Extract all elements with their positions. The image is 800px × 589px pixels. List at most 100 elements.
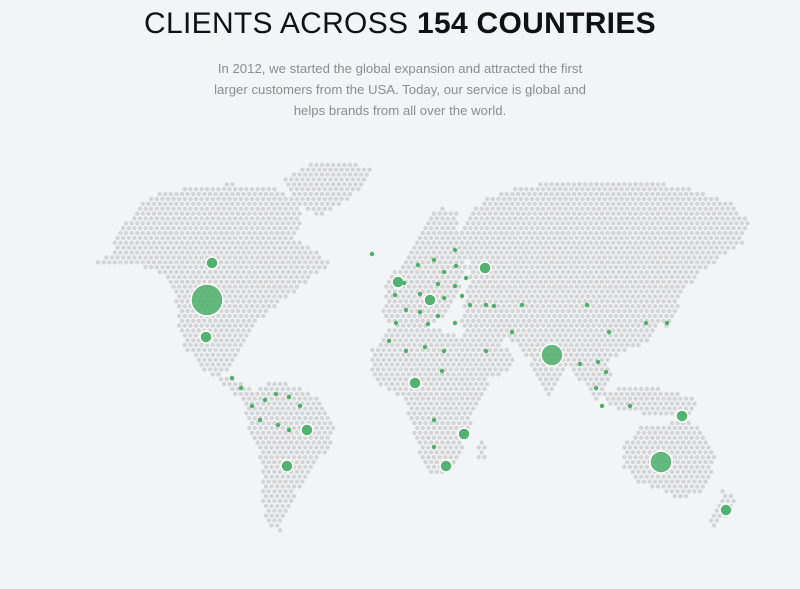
land-dot — [717, 250, 722, 255]
description-line-2: larger customers from the USA. Today, ou… — [214, 82, 586, 97]
land-dot — [434, 226, 439, 231]
land-dot — [689, 425, 694, 431]
land-dot — [538, 289, 543, 294]
land-dot — [577, 318, 582, 323]
land-dot — [448, 269, 453, 275]
land-dot — [454, 230, 459, 236]
land-dot — [622, 299, 627, 304]
land-dot — [426, 308, 431, 314]
land-dot — [591, 284, 596, 289]
land-dot — [711, 250, 717, 255]
land-dot — [381, 338, 386, 343]
land-dot — [160, 245, 165, 250]
land-dot — [118, 260, 123, 265]
land-dot — [146, 230, 151, 236]
land-dot — [448, 396, 453, 401]
land-dot — [507, 206, 512, 211]
land-dot — [574, 255, 579, 260]
land-dot — [437, 240, 442, 245]
land-dot — [697, 430, 703, 435]
land-dot — [471, 377, 476, 382]
land-dot — [409, 318, 414, 323]
land-dot — [697, 450, 703, 455]
land-dot — [233, 391, 238, 397]
land-dot — [524, 255, 529, 260]
land-dot — [437, 338, 442, 343]
land-dot — [521, 191, 526, 197]
land-dot — [179, 221, 185, 226]
land-dot — [678, 494, 683, 499]
land-dot — [241, 211, 246, 216]
land-dot — [636, 313, 641, 319]
land-dot — [403, 289, 409, 294]
land-dot — [168, 230, 173, 236]
land-dot — [513, 196, 518, 202]
land-dot — [605, 211, 610, 216]
land-dot — [566, 338, 571, 343]
land-dot — [493, 347, 498, 353]
land-dot — [406, 255, 411, 260]
land-dot — [266, 206, 271, 211]
land-dot — [563, 284, 568, 289]
land-dot — [269, 240, 274, 245]
land-dot — [672, 250, 677, 255]
land-dot — [219, 318, 224, 323]
land-dot — [476, 299, 481, 304]
land-dot — [303, 172, 308, 177]
land-dot — [703, 459, 708, 465]
land-dot — [583, 201, 588, 206]
land-dot — [683, 455, 689, 460]
land-dot — [157, 230, 162, 236]
land-dot — [611, 338, 616, 343]
land-dot — [560, 328, 565, 333]
land-dot — [678, 230, 683, 236]
land-dot — [599, 260, 605, 265]
land-dot — [451, 216, 456, 221]
land-dot — [269, 425, 274, 431]
land-dot — [286, 435, 291, 440]
land-dot — [294, 196, 299, 202]
land-dot — [476, 357, 481, 362]
land-dot — [182, 196, 187, 202]
land-dot — [513, 187, 518, 192]
land-dot — [244, 323, 249, 328]
land-dot — [443, 386, 448, 392]
land-dot — [314, 250, 319, 255]
land-dot — [644, 474, 649, 479]
client-hub-marker — [439, 459, 453, 473]
land-dot — [224, 279, 229, 284]
land-dot — [711, 201, 717, 206]
land-dot — [188, 342, 193, 348]
land-dot — [664, 489, 669, 494]
land-dot — [664, 440, 669, 445]
land-dot — [154, 245, 159, 250]
land-dot — [457, 450, 462, 455]
land-dot — [583, 240, 588, 245]
land-dot — [479, 255, 484, 260]
land-dot — [728, 211, 733, 216]
land-dot — [381, 357, 386, 362]
land-dot — [479, 294, 484, 299]
land-dot — [445, 450, 451, 455]
land-dot — [527, 318, 532, 323]
land-dot — [574, 245, 579, 250]
land-dot — [275, 503, 280, 509]
land-dot — [563, 323, 568, 328]
land-dot — [650, 279, 655, 284]
land-dot — [457, 381, 462, 387]
land-dot — [661, 445, 666, 450]
land-dot — [639, 269, 644, 275]
land-dot — [580, 333, 585, 338]
land-dot — [608, 274, 613, 280]
land-dot — [686, 479, 691, 484]
land-dot — [423, 255, 428, 260]
land-dot — [283, 411, 288, 416]
land-dot — [577, 260, 582, 265]
land-dot — [641, 411, 647, 416]
land-dot — [641, 401, 647, 406]
land-dot — [140, 250, 145, 255]
land-dot — [714, 245, 719, 250]
land-dot — [233, 265, 238, 270]
land-dot — [697, 196, 703, 202]
land-dot — [417, 342, 423, 348]
